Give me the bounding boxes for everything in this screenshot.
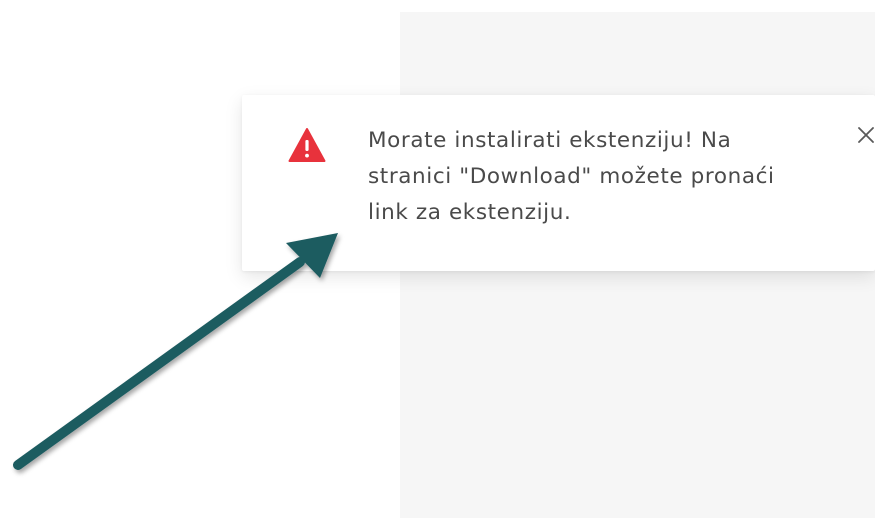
close-icon[interactable] xyxy=(854,123,875,147)
warning-triangle-icon xyxy=(288,128,326,162)
warning-toast: Morate instalirati ekstenziju! Na strani… xyxy=(242,95,875,271)
toast-message: Morate instalirati ekstenziju! Na strani… xyxy=(368,128,775,225)
